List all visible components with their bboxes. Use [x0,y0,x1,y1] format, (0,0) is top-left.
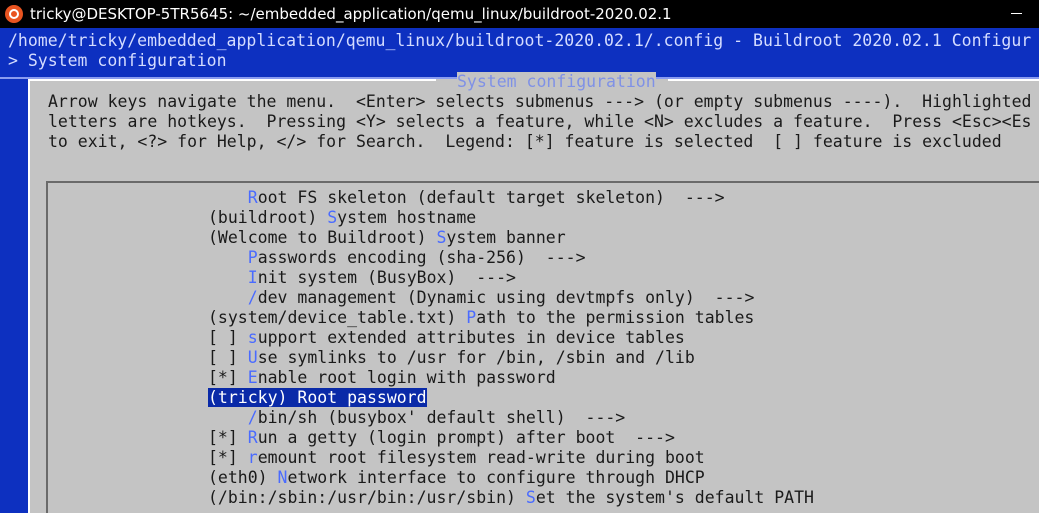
menu-item[interactable]: [ ] support extended attributes in devic… [208,328,685,348]
menu-item[interactable]: Init system (BusyBox) ---> [208,268,516,288]
menu-item-prefix: (buildroot) [208,208,328,227]
terminal-window: tricky@DESKTOP-5TR5645: ~/embedded_appli… [0,0,1039,513]
menu-item-prefix: [*] [208,448,248,467]
menu-item-prefix [208,408,248,427]
menu-item-text: upport extended attributes in device tab… [257,328,685,347]
menuconfig-dialog: System configuration Arrow keys navigate… [28,72,1039,513]
menu-item[interactable]: (Welcome to Buildroot) System banner [208,228,566,248]
menu-item-prefix: [ ] [208,328,248,347]
menu-item-prefix: [ ] [208,348,248,367]
window-title: tricky@DESKTOP-5TR5645: ~/embedded_appli… [30,5,672,23]
menu-item-hotkey: R [247,428,258,447]
menu-item-text: asswords encoding (sha-256) ---> [257,248,586,267]
menu-item-hotkey: E [247,368,258,387]
menu-item[interactable]: [*] remount root filesystem read-write d… [208,448,705,468]
help-line-3: to exit, <?> for Help, </> for Search. L… [48,132,1002,151]
menu-item-text: etwork interface to configure through DH… [287,468,705,487]
menu-item-prefix: (tricky) [208,388,298,407]
minimize-button[interactable] [993,0,1039,28]
menu-item-text: bin/sh (busybox' default shell) ---> [257,408,626,427]
menu-item-hotkey: I [247,268,258,287]
menu-item-text: nit system (BusyBox) ---> [257,268,516,287]
menu-item-text: ystem banner [446,228,566,247]
menu-item[interactable]: (system/device_table.txt) Path to the pe… [208,308,754,328]
menu-item-hotkey: U [247,348,258,367]
menu-item-hotkey: R [297,388,308,407]
menu-item-text: un a getty (login prompt) after boot ---… [257,428,675,447]
menu-item-prefix: [*] [208,368,248,387]
menu-item-text: oot FS skeleton (default target skeleton… [257,188,725,207]
menu-item-hotkey: N [277,468,288,487]
menu-item[interactable]: [*] Run a getty (login prompt) after boo… [208,428,675,448]
menu-item-prefix [208,268,248,287]
menu-item-text: emount root filesystem read-write during… [257,448,705,467]
help-line-1: Arrow keys navigate the menu. <Enter> se… [48,92,1032,111]
menu-item-prefix: (Welcome to Buildroot) [208,228,437,247]
menu-item-text: ath to the permission tables [476,308,755,327]
menu-item-hotkey: s [247,328,258,347]
menu-item[interactable]: Passwords encoding (sha-256) ---> [208,248,586,268]
config-path: /home/tricky/embedded_application/qemu_l… [8,31,1032,50]
menu-item-prefix [208,288,248,307]
menu-item-text: ystem hostname [337,208,477,227]
menu-item[interactable]: Root FS skeleton (default target skeleto… [208,188,725,208]
menu-item-text: se symlinks to /usr for /bin, /sbin and … [257,348,695,367]
menu-item-label: (tricky) Root password [208,388,427,407]
menu-list[interactable]: Root FS skeleton (default target skeleto… [46,181,1039,513]
menu-item-prefix [208,188,248,207]
menu-item-hotkey: P [466,308,477,327]
menu-item-prefix: (eth0) [208,468,278,487]
menu-item-text: et the system's default PATH [535,488,814,507]
menu-item-hotkey: r [247,448,258,467]
menu-item[interactable]: (/bin:/sbin:/usr/bin:/usr/sbin) Set the … [208,488,814,508]
menu-box-top-edge [46,181,1039,183]
help-line-2: letters are hotkeys. Pressing <Y> select… [48,112,1032,131]
dialog-title: System configuration [457,72,656,92]
menu-item[interactable]: /dev management (Dynamic using devtmpfs … [208,288,755,308]
menu-item[interactable]: (tricky) Root password [208,388,427,408]
menu-item-text: nable root login with password [257,368,556,387]
ubuntu-logo-icon [5,5,23,23]
menu-item-hotkey: S [436,228,447,247]
menu-item[interactable]: [*] Enable root login with password [208,368,556,388]
terminal-screen[interactable]: /home/tricky/embedded_application/qemu_l… [0,28,1039,513]
dialog-edge-top-right [668,79,1039,81]
menu-item-hotkey: S [525,488,536,507]
dialog-edge-top-left [28,79,436,81]
menu-item-hotkey: R [247,188,258,207]
title-bar[interactable]: tricky@DESKTOP-5TR5645: ~/embedded_appli… [0,0,1039,28]
menu-box-left-edge [46,181,48,513]
menu-item-text: oot password [307,388,427,407]
menu-item-hotkey: / [247,408,258,427]
dialog-edge-left [28,79,30,513]
menu-item[interactable]: /bin/sh (busybox' default shell) ---> [208,408,626,428]
menu-item-prefix: [*] [208,428,248,447]
menu-item[interactable]: [ ] Use symlinks to /usr for /bin, /sbin… [208,348,695,368]
breadcrumb: > System configuration [8,51,227,70]
menu-item[interactable]: (buildroot) System hostname [208,208,476,228]
menu-item-hotkey: S [327,208,338,227]
menu-item-hotkey: P [247,248,258,267]
menu-item-hotkey: / [247,288,258,307]
menu-item-prefix: (system/device_table.txt) [208,308,467,327]
menu-item[interactable]: (eth0) Network interface to configure th… [208,468,705,488]
menu-item-text: dev management (Dynamic using devtmpfs o… [257,288,755,307]
menu-item-prefix: (/bin:/sbin:/usr/bin:/usr/sbin) [208,488,526,507]
menu-item-prefix [208,248,248,267]
